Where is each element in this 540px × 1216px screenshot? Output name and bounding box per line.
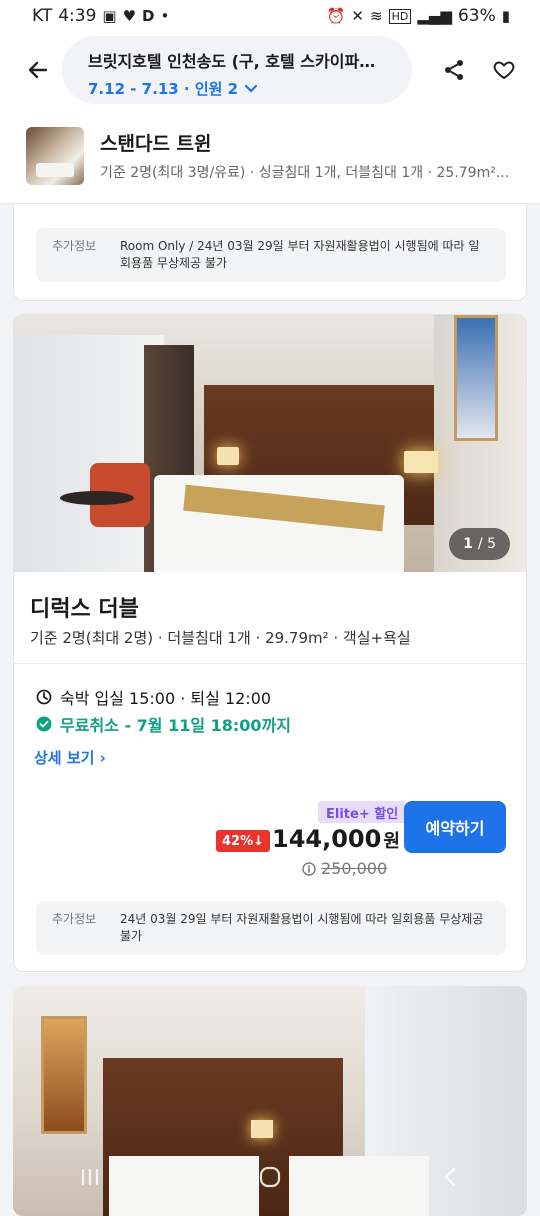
clock: 4:39 — [58, 6, 97, 26]
room-name: 디럭스 더블 — [30, 597, 139, 622]
photo-index: 1 — [463, 536, 473, 552]
recent-apps-button[interactable] — [70, 1162, 110, 1192]
photo-painting — [41, 1016, 87, 1134]
app-notification-icon: ♥ — [122, 7, 137, 25]
d-app-icon: D — [142, 7, 155, 25]
home-icon — [259, 1166, 281, 1188]
photo-lamp — [404, 451, 438, 473]
signal-icon: ▂▄▆ — [417, 7, 452, 25]
photo-total: / 5 — [477, 536, 496, 552]
check-circle-icon — [36, 716, 52, 732]
photo-lamp — [217, 447, 239, 465]
details-link[interactable]: 상세 보기 › — [34, 747, 106, 768]
date-guest-summary: 7.12 - 7.13 · 인원 2 — [88, 80, 239, 98]
discount-badge: 42%↓ — [216, 830, 271, 852]
recent-apps-icon — [81, 1168, 99, 1186]
chevron-down-icon — [244, 84, 258, 93]
photo-lamp — [251, 1120, 273, 1138]
elite-badge: Elite+ 할인 — [318, 801, 407, 823]
hd-icon: HD — [388, 8, 412, 24]
back-arrow-icon — [28, 61, 48, 79]
photo-counter: 1 / 5 — [449, 528, 510, 560]
extra-info-box: 추가정보 24년 03월 29일 부터 자원재활용법이 시행됨에 따라 일회용품… — [36, 901, 506, 955]
wifi-icon: ≋ — [370, 7, 383, 25]
currency: 원 — [383, 831, 400, 852]
stay-times: 숙박 입실 15:00 · 퇴실 12:00 — [60, 689, 272, 708]
home-button[interactable] — [250, 1162, 290, 1192]
extra-info-text: Room Only / 24년 03월 29일 부터 자원재활용법이 시행됨에 … — [120, 239, 480, 270]
details-link-label: 상세 보기 — [34, 749, 95, 767]
price-value: 144,000 — [272, 825, 382, 853]
back-chevron-icon — [444, 1167, 456, 1187]
carrier-label: KT — [32, 6, 53, 26]
room-desc: 기준 2명(최대 2명) · 더블침대 1개 · 29.79m² · 객실+욕실 — [30, 629, 411, 647]
system-nav-bar — [0, 1150, 540, 1204]
system-back-button[interactable] — [430, 1162, 470, 1192]
room-photo-carousel[interactable]: 1 / 5 — [14, 315, 526, 572]
alarm-icon: ⏰ — [326, 7, 346, 25]
info-icon[interactable] — [302, 861, 316, 876]
gallery-icon: ▣ — [102, 7, 117, 25]
original-price: 250,000 — [302, 859, 387, 878]
dot-icon: • — [160, 7, 170, 25]
price: 144,000 원 — [272, 825, 400, 853]
back-button[interactable] — [20, 52, 56, 88]
extra-info-label: 추가정보 — [52, 239, 97, 253]
extra-info-label: 추가정보 — [52, 912, 97, 926]
room-card-deluxe-double: 1 / 5 디럭스 더블 기준 2명(최대 2명) · 더블침대 1개 · 29… — [13, 314, 527, 972]
divider — [14, 663, 526, 664]
extra-info-box: 추가정보 Room Only / 24년 03월 29일 부터 자원재활용법이 … — [36, 228, 506, 282]
extra-info-text: 24년 03월 29일 부터 자원재활용법이 시행됨에 따라 일회용품 무상제공… — [120, 912, 484, 943]
original-price-value: 250,000 — [321, 859, 388, 878]
search-summary-pill[interactable]: 브릿지호텔 인천송도 (구, 호텔 스카이파크 ... 7.12 - 7.13 … — [62, 36, 412, 104]
book-button[interactable]: 예약하기 — [404, 801, 506, 853]
photo-table — [60, 491, 134, 505]
battery-icon: ▮ — [501, 7, 510, 25]
app-header: 브릿지호텔 인천송도 (구, 호텔 스카이파크 ... 7.12 - 7.13 … — [0, 32, 540, 108]
photo-window — [14, 335, 164, 572]
sticky-room-desc: 기준 2명(최대 3명/유료) · 싱글침대 1개, 더블침대 1개 · 25.… — [100, 165, 510, 181]
sticky-room-name: 스탠다드 트윈 — [100, 133, 212, 155]
free-cancel-text: 무료취소 - 7월 11일 18:00까지 — [60, 716, 292, 735]
clock-icon — [36, 689, 52, 705]
mute-icon: ✕ — [351, 7, 364, 25]
hotel-name: 브릿지호텔 인천송도 (구, 호텔 스카이파크 ... — [88, 52, 386, 71]
previous-room-card: 추가정보 Room Only / 24년 03월 29일 부터 자원재활용법이 … — [13, 204, 527, 301]
share-icon[interactable] — [442, 58, 466, 82]
free-cancel-info: 무료취소 - 7월 11일 18:00까지 — [36, 712, 291, 736]
photo-painting — [454, 315, 498, 441]
status-bar: KT 4:39 ▣ ♥ D • ⏰ ✕ ≋ HD ▂▄▆ 63% ▮ — [0, 0, 540, 32]
room-thumbnail — [26, 126, 84, 185]
battery-level: 63% — [457, 6, 496, 26]
sticky-room-header[interactable]: 스탠다드 트윈 기준 2명(최대 3명/유료) · 싱글침대 1개, 더블침대 … — [0, 108, 540, 204]
heart-icon[interactable] — [492, 58, 516, 82]
chevron-right-icon: › — [99, 749, 106, 767]
stay-info: 숙박 입실 15:00 · 퇴실 12:00 — [36, 685, 271, 709]
